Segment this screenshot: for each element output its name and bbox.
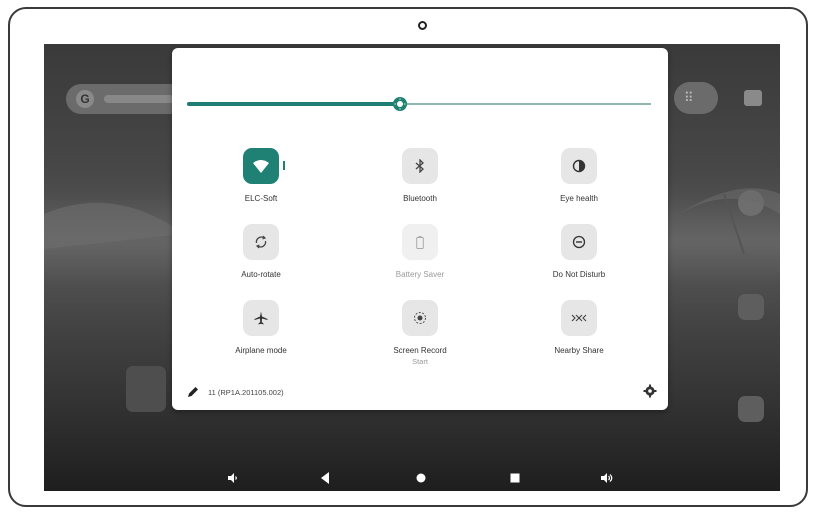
tile-screen-record[interactable]: Screen Record Start — [365, 300, 475, 366]
tile-auto-rotate[interactable]: Auto-rotate — [206, 224, 316, 284]
edit-pencil-icon[interactable] — [186, 385, 200, 399]
eye-health-button[interactable] — [561, 148, 597, 184]
auto-rotate-button[interactable] — [243, 224, 279, 260]
tile-eye-health[interactable]: Eye health — [524, 148, 634, 208]
bluetooth-button[interactable] — [402, 148, 438, 184]
tile-nearby-share[interactable]: Nearby Share — [524, 300, 634, 360]
tile-label: Battery Saver — [395, 270, 445, 279]
tile-label: Airplane mode — [235, 346, 287, 355]
battery-saver-icon — [416, 235, 424, 249]
navigation-bar — [44, 464, 780, 491]
background-apps-pill — [674, 82, 718, 114]
tile-label: Auto-rotate — [241, 270, 281, 279]
tile-label: Screen Record — [393, 346, 447, 355]
tile-label: Nearby Share — [554, 346, 604, 355]
do-not-disturb-button[interactable] — [561, 224, 597, 260]
google-g-icon: G — [76, 90, 94, 108]
settings-gear-icon[interactable] — [643, 384, 657, 398]
wifi-icon — [253, 159, 269, 173]
background-search-text — [104, 95, 174, 103]
home-icon[interactable] — [412, 469, 430, 487]
quick-settings-panel: ELC-Soft Bluetooth Eye health Auto-rotat… — [172, 48, 668, 410]
build-version: 11 (RP1A.201105.002) — [208, 388, 284, 397]
tile-label: Eye health — [560, 194, 598, 203]
brightness-slider-fill — [187, 102, 401, 106]
auto-rotate-icon — [255, 235, 267, 249]
battery-saver-button[interactable] — [402, 224, 438, 260]
tile-wifi[interactable]: ELC-Soft — [206, 148, 316, 208]
screen-record-icon — [414, 312, 426, 324]
tile-label: Bluetooth — [403, 194, 437, 203]
tile-label: ELC-Soft — [244, 194, 278, 203]
background-widget — [126, 366, 166, 412]
umbrella-left — [44, 202, 184, 249]
eye-health-icon — [572, 159, 586, 173]
camera-app-icon — [744, 90, 762, 106]
tile-battery-saver[interactable]: Battery Saver — [365, 224, 475, 284]
tile-airplane-mode[interactable]: Airplane mode — [206, 300, 316, 360]
back-icon[interactable] — [316, 469, 334, 487]
volume-down-icon[interactable] — [224, 469, 242, 487]
volume-up-icon[interactable] — [598, 469, 616, 487]
airplane-icon — [254, 311, 268, 325]
wifi-button[interactable] — [243, 148, 279, 184]
tile-label: Do Not Disturb — [552, 270, 606, 279]
tile-sublabel: Start — [412, 357, 428, 366]
bluetooth-icon — [415, 159, 424, 173]
calendar-app-icon — [738, 396, 764, 422]
tile-bluetooth[interactable]: Bluetooth — [365, 148, 475, 208]
apps-grid-icon: ⠿ — [684, 90, 695, 105]
wifi-signal-indicator — [283, 161, 285, 170]
gallery-app-icon — [738, 294, 764, 320]
airplane-mode-button[interactable] — [243, 300, 279, 336]
recents-icon[interactable] — [506, 469, 524, 487]
screen-record-button[interactable] — [402, 300, 438, 336]
nearby-share-button[interactable] — [561, 300, 597, 336]
tile-do-not-disturb[interactable]: Do Not Disturb — [524, 224, 634, 284]
brightness-thumb-icon[interactable] — [390, 94, 410, 114]
nearby-share-icon — [571, 314, 587, 322]
front-camera — [418, 21, 427, 30]
do-not-disturb-icon — [572, 235, 586, 249]
